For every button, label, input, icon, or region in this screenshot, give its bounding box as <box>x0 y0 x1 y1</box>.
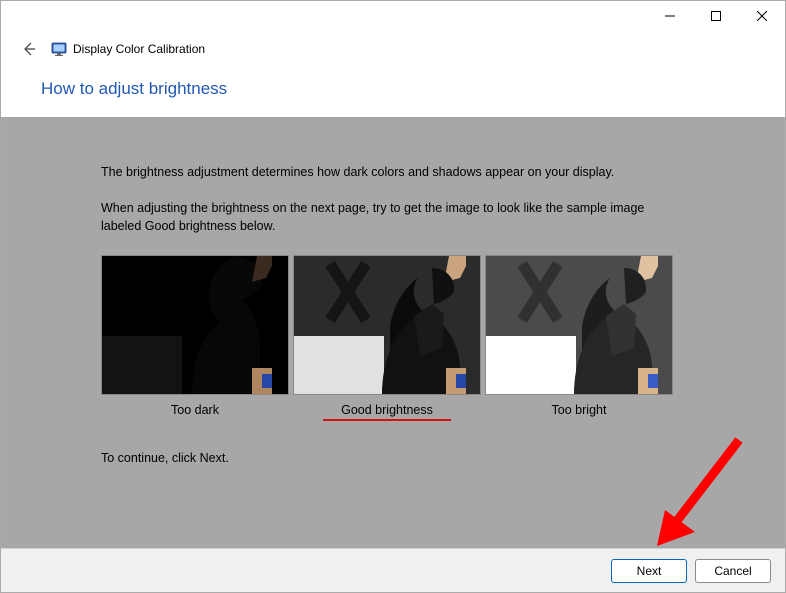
sample-row: Too dark <box>101 255 685 417</box>
sample-too-dark: Too dark <box>101 255 289 417</box>
sample-too-dark-caption: Too dark <box>171 403 219 417</box>
maximize-button[interactable] <box>693 1 739 31</box>
continue-text: To continue, click Next. <box>101 451 685 465</box>
footer-bar: Next Cancel <box>1 548 785 592</box>
monitor-icon <box>51 41 67 57</box>
sample-too-bright-image <box>485 255 673 395</box>
calibration-window: Display Color Calibration How to adjust … <box>0 0 786 593</box>
close-button[interactable] <box>739 1 785 31</box>
content-area: The brightness adjustment determines how… <box>1 117 785 548</box>
sample-too-bright: Too bright <box>485 255 673 417</box>
sample-too-dark-image <box>101 255 289 395</box>
page-heading: How to adjust brightness <box>41 79 785 99</box>
intro-paragraph-2: When adjusting the brightness on the nex… <box>101 199 685 235</box>
titlebar-controls <box>647 1 785 31</box>
sample-good-brightness: Good brightness <box>293 255 481 417</box>
next-button[interactable]: Next <box>611 559 687 583</box>
intro-paragraph-1: The brightness adjustment determines how… <box>101 163 685 181</box>
back-button[interactable] <box>17 37 41 61</box>
cancel-button[interactable]: Cancel <box>695 559 771 583</box>
sample-good-brightness-image <box>293 255 481 395</box>
sample-too-bright-caption: Too bright <box>552 403 607 417</box>
sample-good-brightness-caption: Good brightness <box>341 403 433 417</box>
annotation-arrow-icon <box>643 432 753 552</box>
app-title: Display Color Calibration <box>73 42 205 56</box>
minimize-button[interactable] <box>647 1 693 31</box>
